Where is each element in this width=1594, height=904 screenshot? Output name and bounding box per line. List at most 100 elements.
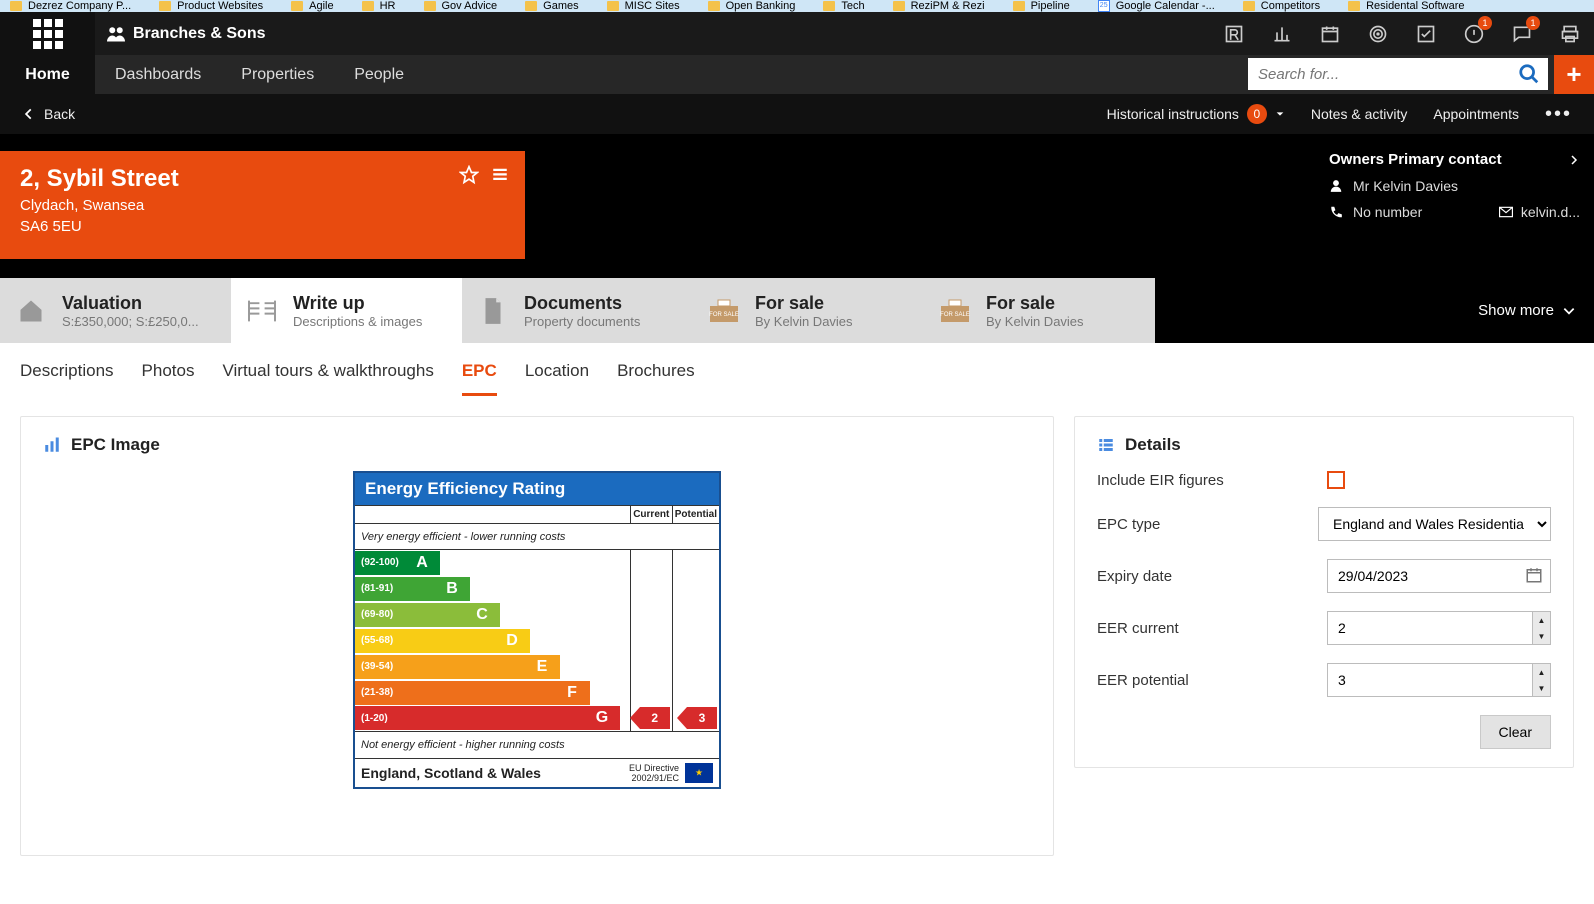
folder-icon (1348, 1, 1360, 11)
section-chip[interactable]: DocumentsProperty documents (462, 278, 693, 343)
branch-name[interactable]: Branches & Sons (107, 25, 265, 43)
alert-icon[interactable]: 1 (1450, 12, 1498, 55)
epc-top-note: Very energy efficient - lower running co… (355, 524, 719, 550)
bookmark-item[interactable]: HR (362, 0, 396, 12)
eer-potential-input[interactable] (1327, 663, 1533, 697)
writeup-tab[interactable]: Brochures (617, 361, 694, 396)
email-icon (1499, 206, 1513, 218)
include-eir-checkbox[interactable] (1327, 471, 1345, 489)
folder-icon (823, 1, 835, 11)
bookmark-item[interactable]: Product Websites (159, 0, 263, 12)
nav-properties[interactable]: Properties (221, 55, 334, 94)
bookmark-item[interactable]: ReziPM & Rezi (893, 0, 985, 12)
bookmark-label: Product Websites (177, 0, 263, 12)
writeup-tab[interactable]: Photos (142, 361, 195, 396)
bookmark-item[interactable]: Open Banking (708, 0, 796, 12)
epc-card-title: EPC Image (71, 435, 160, 455)
epc-band-row: (1-20)G23 (355, 706, 719, 732)
section-chip[interactable]: Write upDescriptions & images (231, 278, 462, 343)
calendar-icon[interactable] (1306, 12, 1354, 55)
section-chip[interactable]: FOR SALEFor saleBy Kelvin Davies (693, 278, 924, 343)
calendar-picker-icon[interactable] (1525, 566, 1543, 584)
chip-subtitle: By Kelvin Davies (986, 314, 1084, 329)
more-menu-icon[interactable]: ••• (1545, 103, 1572, 126)
chevron-right-icon[interactable] (1568, 154, 1580, 166)
eer-potential-label: EER potential (1097, 672, 1327, 689)
expiry-date-input[interactable] (1327, 559, 1551, 593)
chip-subtitle: Property documents (524, 314, 640, 329)
bookmark-item[interactable]: Games (525, 0, 578, 12)
eer-current-input[interactable] (1327, 611, 1533, 645)
writeup-tab[interactable]: Location (525, 361, 589, 396)
nav-home[interactable]: Home (0, 55, 95, 94)
chat-icon[interactable]: 1 (1498, 12, 1546, 55)
folder-icon (424, 1, 436, 11)
r-logo-icon[interactable] (1210, 12, 1258, 55)
historical-count-badge: 0 (1247, 104, 1267, 124)
eu-flag-icon (685, 763, 713, 783)
owner-email[interactable]: kelvin.d... (1521, 204, 1580, 220)
bookmark-item[interactable]: Tech (823, 0, 864, 12)
section-chip[interactable]: FOR SALEFor saleBy Kelvin Davies (924, 278, 1155, 343)
bookmark-label: ReziPM & Rezi (911, 0, 985, 12)
chevron-left-icon (22, 107, 36, 121)
print-icon[interactable] (1546, 12, 1594, 55)
search-input[interactable] (1256, 65, 1518, 84)
property-postcode: SA6 5EU (20, 218, 505, 235)
bookmark-item[interactable]: Competitors (1243, 0, 1320, 12)
bookmark-item[interactable]: Residental Software (1348, 0, 1464, 12)
bookmark-label: Gov Advice (442, 0, 498, 12)
writeup-tab[interactable]: EPC (462, 361, 497, 396)
writeup-tab[interactable]: Descriptions (20, 361, 114, 396)
chip-icon (476, 294, 510, 328)
nav-dashboards[interactable]: Dashboards (95, 55, 221, 94)
bookmark-item[interactable]: Agile (291, 0, 333, 12)
chip-icon (14, 294, 48, 328)
target-icon[interactable] (1354, 12, 1402, 55)
owner-phone: No number (1353, 204, 1422, 220)
property-locality: Clydach, Swansea (20, 197, 505, 214)
folder-icon (708, 1, 720, 11)
folder-icon (607, 1, 619, 11)
writeup-tab[interactable]: Virtual tours & walkthroughs (222, 361, 433, 396)
checklist-icon[interactable] (1402, 12, 1450, 55)
folder-icon (893, 1, 905, 11)
bookmark-item[interactable]: Dezrez Company P... (10, 0, 131, 12)
back-button[interactable]: Back (22, 106, 75, 122)
bookmark-label: Competitors (1261, 0, 1320, 12)
section-chip[interactable]: ValuationS:£350,000; S:£250,0... (0, 278, 231, 343)
grid-icon (33, 19, 63, 49)
epc-band-row: (55-68)D (355, 628, 719, 654)
app-grid-button[interactable] (0, 12, 95, 55)
svg-text:FOR SALE: FOR SALE (940, 312, 970, 318)
notes-activity-link[interactable]: Notes & activity (1311, 106, 1407, 122)
star-icon[interactable] (459, 165, 479, 185)
owner-name[interactable]: Mr Kelvin Davies (1353, 178, 1458, 194)
epc-band-row: (81-91)B (355, 576, 719, 602)
owner-contact-panel: Owners Primary contact Mr Kelvin Davies … (1329, 151, 1594, 220)
bookmark-item[interactable]: Pipeline (1013, 0, 1070, 12)
eer-current-up[interactable]: ▲ (1533, 612, 1550, 628)
epc-band-row: (39-54)E (355, 654, 719, 680)
show-more-button[interactable]: Show more (1460, 278, 1594, 343)
bookmark-item[interactable]: 25Google Calendar -... (1098, 0, 1215, 12)
bookmark-item[interactable]: Gov Advice (424, 0, 498, 12)
nav-people[interactable]: People (334, 55, 424, 94)
search-box[interactable] (1248, 58, 1548, 90)
folder-icon (1243, 1, 1255, 11)
epc-type-label: EPC type (1097, 516, 1318, 533)
chart-icon[interactable] (1258, 12, 1306, 55)
epc-type-select[interactable]: England and Wales Residentia (1318, 507, 1551, 541)
eer-potential-down[interactable]: ▼ (1533, 680, 1550, 696)
chip-subtitle: By Kelvin Davies (755, 314, 853, 329)
include-eir-label: Include EIR figures (1097, 472, 1327, 489)
clear-button[interactable]: Clear (1480, 715, 1551, 749)
eer-potential-up[interactable]: ▲ (1533, 664, 1550, 680)
eer-current-down[interactable]: ▼ (1533, 628, 1550, 644)
search-icon[interactable] (1518, 63, 1540, 85)
add-button[interactable]: + (1554, 55, 1594, 94)
historical-instructions[interactable]: Historical instructions 0 (1107, 104, 1285, 124)
appointments-link[interactable]: Appointments (1433, 106, 1519, 122)
bookmark-item[interactable]: MISC Sites (607, 0, 680, 12)
list-icon[interactable] (491, 165, 509, 183)
